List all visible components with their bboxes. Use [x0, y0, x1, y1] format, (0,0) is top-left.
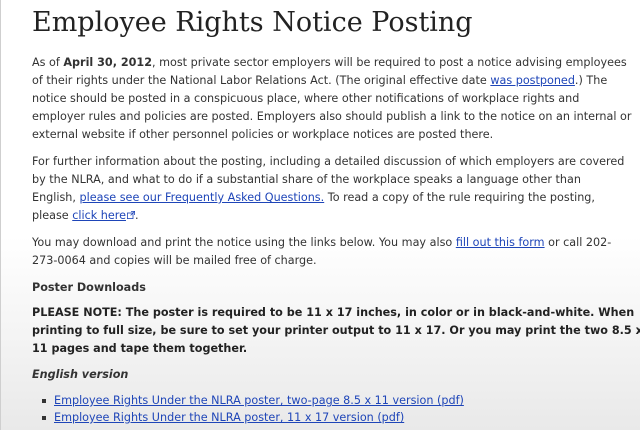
download-paragraph: You may download and print the notice us…: [32, 236, 612, 267]
list-item: Employee Rights Under the NLRA poster, 1…: [42, 409, 632, 426]
intro-paragraph: As of April 30, 2012, most private secto…: [32, 56, 632, 141]
poster-two-page-link[interactable]: Employee Rights Under the NLRA poster, t…: [54, 394, 464, 407]
external-link-icon: [126, 211, 135, 219]
list-item: Employee Rights Under the NLRA poster, t…: [42, 392, 632, 409]
click-here-link[interactable]: click here: [72, 209, 135, 222]
main-content: As of April 30, 2012, most private secto…: [32, 54, 640, 426]
faq-link[interactable]: please see our Frequently Asked Question…: [80, 191, 325, 204]
page-title: Employee Rights Notice Posting: [32, 7, 473, 38]
poster-size-note: PLEASE NOTE: The poster is required to b…: [32, 306, 640, 355]
postponed-link[interactable]: was postponed: [490, 74, 575, 87]
poster-11x17-link[interactable]: Employee Rights Under the NLRA poster, 1…: [54, 411, 404, 424]
effective-date: April 30, 2012: [63, 56, 152, 69]
fill-out-form-link[interactable]: fill out this form: [456, 236, 545, 249]
square-bullet-icon: [42, 416, 46, 420]
page: Employee Rights Notice Posting As of Apr…: [0, 0, 640, 430]
english-version-heading: English version: [32, 368, 129, 381]
poster-downloads-heading: Poster Downloads: [32, 281, 146, 294]
faq-paragraph: For further information about the postin…: [32, 155, 625, 222]
square-bullet-icon: [42, 399, 46, 403]
download-list: Employee Rights Under the NLRA poster, t…: [32, 392, 632, 426]
